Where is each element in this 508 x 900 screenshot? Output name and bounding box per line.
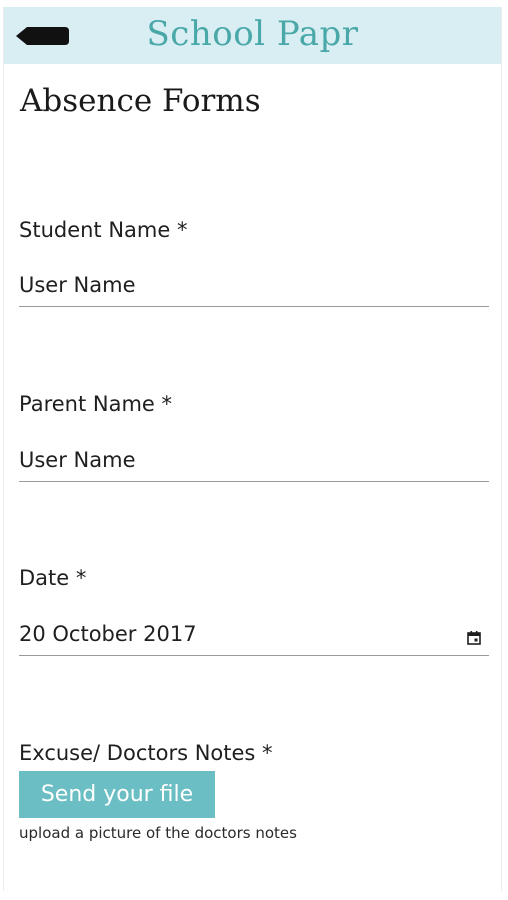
- app-header: School Papr: [4, 7, 501, 64]
- student-name-field[interactable]: User Name: [19, 271, 489, 299]
- date-underline: [19, 655, 489, 656]
- parent-name-underline: [19, 481, 489, 482]
- student-name-label: Student Name *: [19, 218, 188, 242]
- date-label: Date *: [19, 566, 87, 590]
- calendar-icon[interactable]: [466, 630, 482, 646]
- app-screen: School Papr Absence Forms Student Name *…: [3, 7, 502, 891]
- send-file-button[interactable]: Send your file: [19, 771, 215, 818]
- excuse-notes-label: Excuse/ Doctors Notes *: [19, 741, 273, 765]
- student-name-underline: [19, 306, 489, 307]
- date-field[interactable]: 20 October 2017: [19, 620, 489, 648]
- parent-name-label: Parent Name *: [19, 392, 173, 416]
- parent-name-field[interactable]: User Name: [19, 446, 489, 474]
- upload-helper-text: upload a picture of the doctors notes: [19, 824, 297, 842]
- app-title: School Papr: [146, 14, 359, 54]
- page-title: Absence Forms: [20, 83, 261, 119]
